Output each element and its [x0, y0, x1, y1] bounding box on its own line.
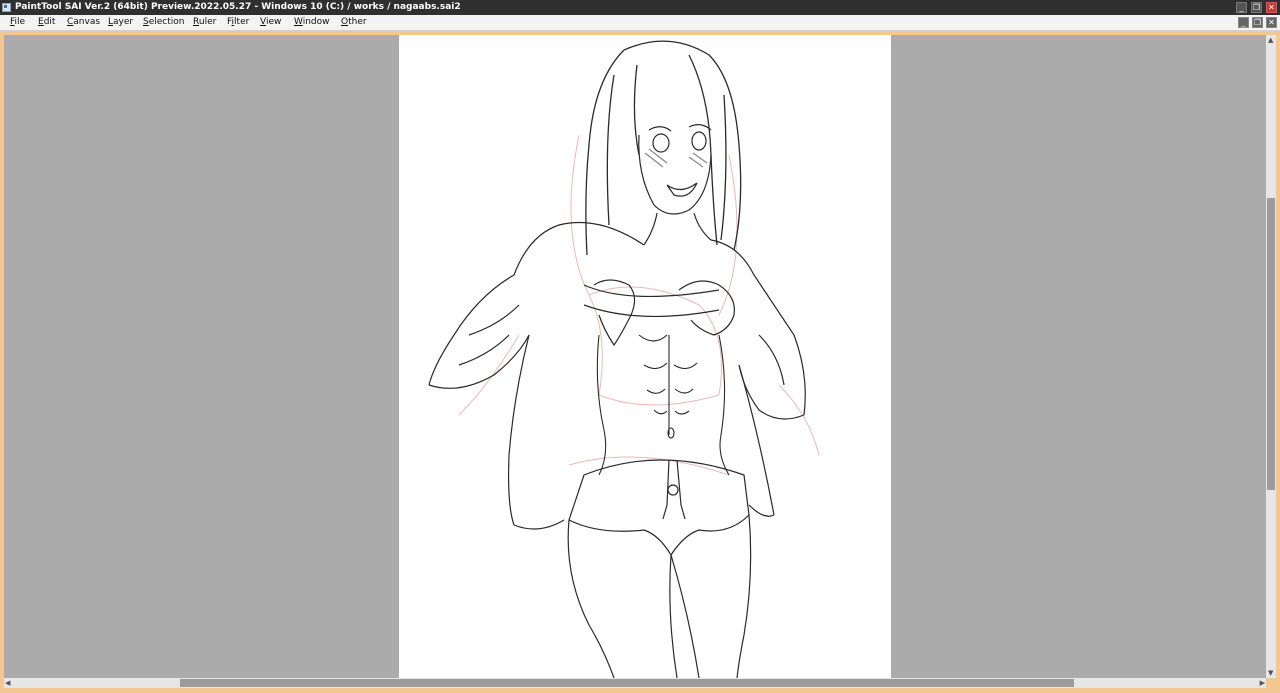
doc-minimize-button[interactable]: _ [1238, 17, 1249, 28]
menu-canvas[interactable]: Canvas [67, 15, 100, 30]
app-icon[interactable] [2, 3, 11, 12]
scroll-up-icon[interactable]: ▲ [1268, 36, 1273, 44]
window-title: PaintTool SAI Ver.2 (64bit) Preview.2022… [15, 2, 461, 12]
doc-restore-button[interactable]: ❐ [1252, 17, 1263, 28]
restore-button[interactable]: ❐ [1251, 2, 1262, 13]
document-window-controls: _ ❐ ✕ [1238, 17, 1277, 28]
menu-filter[interactable]: Filter [227, 15, 249, 30]
window-controls: _ ❐ ✕ [1236, 2, 1277, 13]
horizontal-scroll-thumb[interactable] [180, 679, 1074, 687]
document-workspace: ▲ ▼ ◀ ▶ [0, 31, 1280, 693]
menu-other[interactable]: Other [341, 15, 367, 30]
menu-file[interactable]: File [10, 15, 25, 30]
close-button[interactable]: ✕ [1266, 2, 1277, 13]
menu-view[interactable]: View [260, 15, 281, 30]
title-bar: PaintTool SAI Ver.2 (64bit) Preview.2022… [0, 0, 1280, 15]
scroll-right-icon[interactable]: ▶ [1260, 679, 1265, 687]
horizontal-scrollbar[interactable]: ◀ ▶ [4, 678, 1266, 688]
lineart-drawing [428, 40, 820, 678]
vertical-scrollbar[interactable]: ▲ ▼ [1266, 35, 1276, 678]
menu-window[interactable]: Window [294, 15, 330, 30]
menu-layer[interactable]: Layer [108, 15, 133, 30]
menu-bar: File Edit Canvas Layer Selection Ruler F… [0, 15, 1280, 31]
vertical-scroll-thumb[interactable] [1267, 198, 1275, 490]
scroll-left-icon[interactable]: ◀ [5, 679, 10, 687]
drawing-canvas[interactable] [399, 35, 891, 678]
scroll-down-icon[interactable]: ▼ [1268, 669, 1273, 677]
minimize-button[interactable]: _ [1236, 2, 1247, 13]
menu-selection[interactable]: Selection [143, 15, 184, 30]
doc-close-button[interactable]: ✕ [1266, 17, 1277, 28]
menu-edit[interactable]: Edit [38, 15, 55, 30]
menu-ruler[interactable]: Ruler [193, 15, 216, 30]
canvas-viewport[interactable] [4, 35, 1266, 678]
